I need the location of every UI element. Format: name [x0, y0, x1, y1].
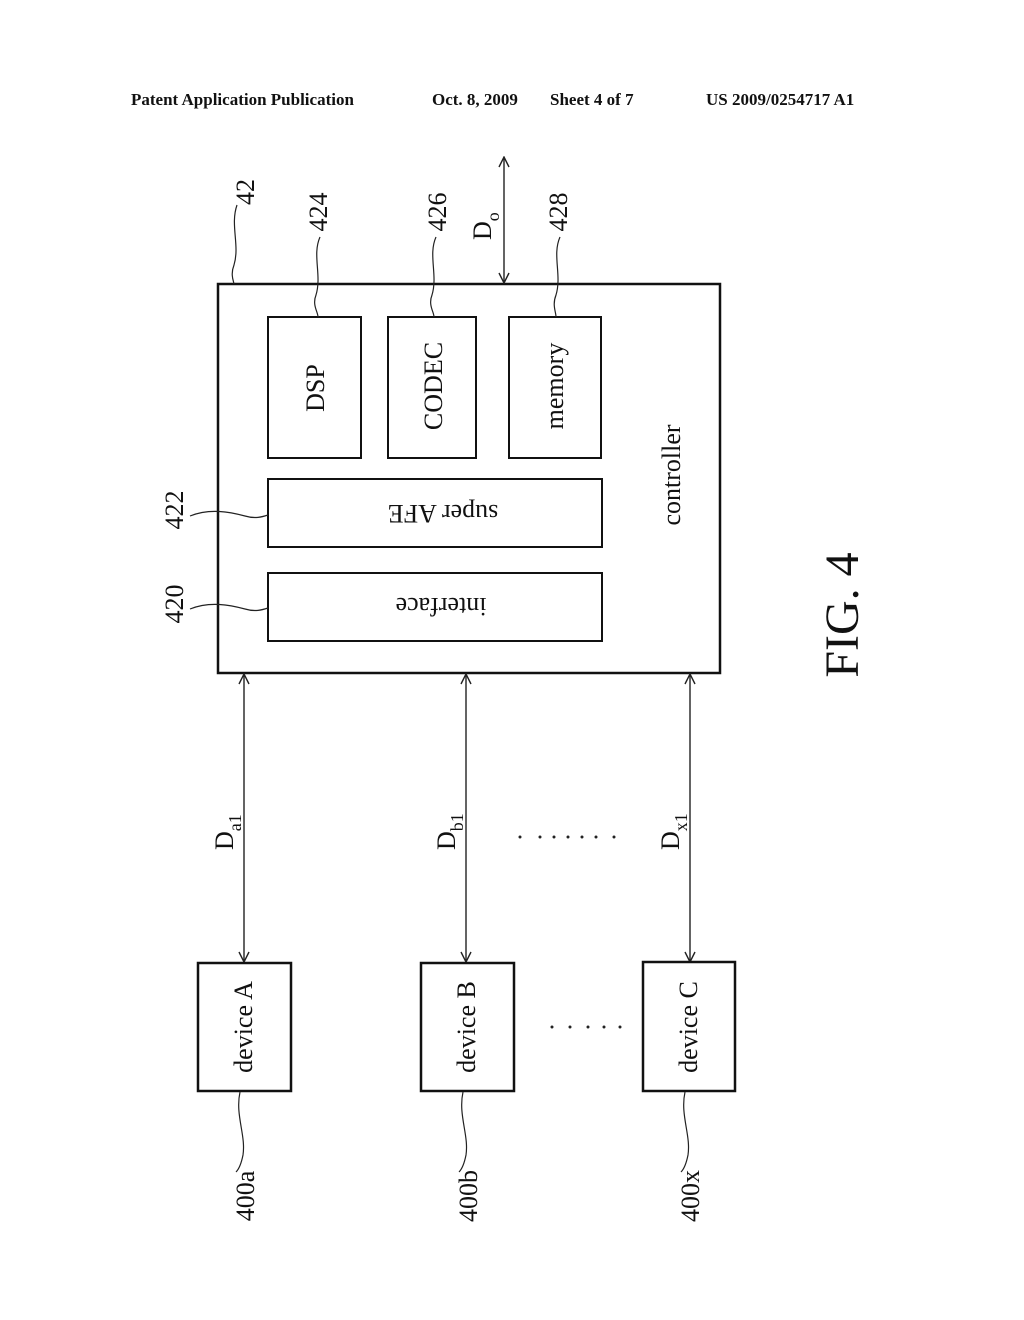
ref-400b: 400b	[454, 1170, 483, 1222]
device-ellipsis	[550, 1025, 622, 1029]
ref-428: 428	[544, 193, 573, 232]
interface-label: interface	[396, 592, 487, 621]
super-afe-label: super AFE	[388, 499, 499, 528]
signal-label-a1: Da1	[210, 814, 245, 850]
leader-400a	[235, 1091, 245, 1173]
leader-400b	[458, 1091, 468, 1173]
dsp-label: DSP	[301, 364, 330, 412]
signal-label-x1: Dx1	[656, 813, 691, 850]
output-signal-label: Do	[468, 212, 503, 240]
device-b-label: device B	[452, 981, 481, 1073]
figure-4-diagram: controller 42 DSP 424 CODEC 426 memory 4…	[160, 0, 869, 1222]
ref-426: 426	[423, 193, 452, 232]
ref-400a: 400a	[231, 1170, 260, 1221]
link-ellipsis	[518, 835, 616, 839]
ref-42: 42	[231, 179, 260, 205]
ref-420: 420	[160, 585, 189, 624]
device-a-label: device A	[229, 981, 258, 1073]
memory-label: memory	[540, 343, 569, 430]
signal-label-b1: Db1	[432, 813, 467, 850]
leader-42	[231, 204, 238, 285]
codec-label: CODEC	[419, 342, 448, 430]
figure-caption: FIG. 4	[816, 552, 869, 677]
controller-label: controller	[657, 424, 686, 525]
leader-400x	[680, 1091, 690, 1173]
ref-422: 422	[160, 491, 189, 530]
ref-400x: 400x	[676, 1170, 705, 1222]
ref-424: 424	[304, 193, 333, 232]
device-c-label: device C	[674, 981, 703, 1073]
